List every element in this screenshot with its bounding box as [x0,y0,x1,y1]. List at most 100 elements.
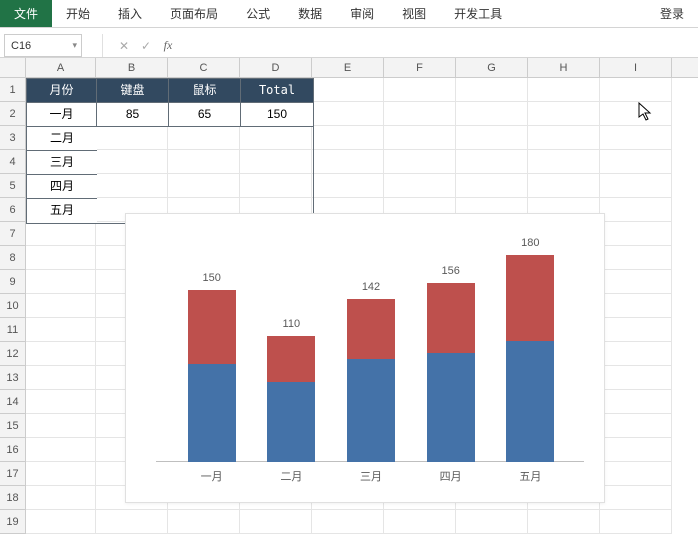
cancel-icon[interactable]: ✕ [113,39,135,53]
cell[interactable] [384,126,456,150]
cell[interactable] [26,366,96,390]
cell[interactable] [600,102,672,126]
cell[interactable] [600,486,672,510]
row-header[interactable]: 10 [0,294,26,318]
row-header[interactable]: 4 [0,150,26,174]
cell[interactable] [312,174,384,198]
cell[interactable] [456,78,528,102]
cell[interactable] [312,78,384,102]
cell[interactable] [384,150,456,174]
ribbon-tab-review[interactable]: 审阅 [336,0,388,27]
cell[interactable] [600,222,672,246]
ribbon-tab-view[interactable]: 视图 [388,0,440,27]
spreadsheet-grid[interactable]: A B C D E F G H I 1234567891011121314151… [0,58,698,534]
cell[interactable] [600,198,672,222]
cell[interactable] [26,510,96,534]
col-header[interactable]: H [528,58,600,77]
ribbon-tab-layout[interactable]: 页面布局 [156,0,232,27]
cell[interactable] [600,270,672,294]
col-header[interactable]: B [96,58,168,77]
cell[interactable] [456,174,528,198]
cell[interactable] [600,174,672,198]
row-header[interactable]: 12 [0,342,26,366]
cell[interactable] [528,78,600,102]
row-header[interactable]: 17 [0,462,26,486]
row-header[interactable]: 3 [0,126,26,150]
stacked-bar-chart[interactable]: 150110142156180 一月二月三月四月五月 [125,213,605,503]
name-box[interactable]: C16 [4,34,82,57]
cell[interactable] [312,102,384,126]
row-header[interactable]: 16 [0,438,26,462]
col-header[interactable]: F [384,58,456,77]
formula-input[interactable] [189,34,698,57]
col-header[interactable]: A [26,58,96,77]
col-header[interactable]: D [240,58,312,77]
cell[interactable] [26,270,96,294]
ribbon-tab-file[interactable]: 文件 [0,0,52,27]
cell[interactable] [528,510,600,534]
cell[interactable] [26,438,96,462]
cell[interactable] [26,246,96,270]
row-header[interactable]: 7 [0,222,26,246]
cell[interactable] [168,510,240,534]
cell[interactable] [600,342,672,366]
row-header[interactable]: 1 [0,78,26,102]
cell[interactable] [312,510,384,534]
cell[interactable] [528,126,600,150]
cell[interactable] [456,510,528,534]
select-all-corner[interactable] [0,58,26,77]
cell[interactable] [384,102,456,126]
cell[interactable] [528,150,600,174]
confirm-icon[interactable]: ✓ [135,39,157,53]
cell[interactable] [312,126,384,150]
row-header[interactable]: 13 [0,366,26,390]
cell[interactable] [600,462,672,486]
cell[interactable] [384,510,456,534]
ribbon-tab-data[interactable]: 数据 [284,0,336,27]
cell[interactable] [600,246,672,270]
cell[interactable] [528,174,600,198]
row-header[interactable]: 8 [0,246,26,270]
cell[interactable] [600,366,672,390]
cell[interactable] [600,414,672,438]
cell[interactable] [456,102,528,126]
row-header[interactable]: 14 [0,390,26,414]
ribbon-tab-insert[interactable]: 插入 [104,0,156,27]
ribbon-tab-developer[interactable]: 开发工具 [440,0,516,27]
col-header[interactable]: C [168,58,240,77]
login-link[interactable]: 登录 [646,0,698,27]
cell[interactable] [456,150,528,174]
ribbon-tab-home[interactable]: 开始 [52,0,104,27]
row-header[interactable]: 19 [0,510,26,534]
cell[interactable] [26,414,96,438]
cell[interactable] [600,78,672,102]
row-header[interactable]: 15 [0,414,26,438]
cell[interactable] [456,126,528,150]
cell[interactable] [26,294,96,318]
col-header[interactable]: I [600,58,672,77]
cell[interactable] [26,486,96,510]
cell[interactable] [312,150,384,174]
cell[interactable] [528,102,600,126]
cell[interactable] [240,510,312,534]
row-header[interactable]: 9 [0,270,26,294]
cell[interactable] [96,510,168,534]
row-header[interactable]: 18 [0,486,26,510]
cell[interactable] [26,462,96,486]
cell[interactable] [26,222,96,246]
cell[interactable] [26,318,96,342]
row-header[interactable]: 5 [0,174,26,198]
cell[interactable] [600,126,672,150]
cell[interactable] [600,294,672,318]
cell[interactable] [600,318,672,342]
cell[interactable] [26,342,96,366]
fx-icon[interactable]: fx [157,38,179,53]
cell[interactable] [26,390,96,414]
row-header[interactable]: 6 [0,198,26,222]
cell[interactable] [600,510,672,534]
cell[interactable] [600,150,672,174]
cell[interactable] [600,438,672,462]
col-header[interactable]: G [456,58,528,77]
row-header[interactable]: 2 [0,102,26,126]
cell[interactable] [384,174,456,198]
